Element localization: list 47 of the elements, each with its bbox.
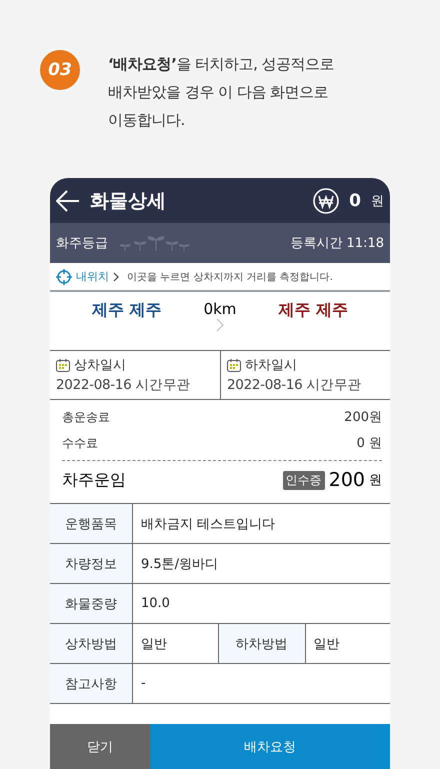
registered-time: 11:18	[346, 236, 384, 250]
destination-city: 제주 제주	[277, 300, 349, 321]
detail-value: 9.5톤/윙바디	[140, 556, 220, 574]
calendar-icon	[56, 358, 70, 372]
screen-title: 화물상세	[90, 188, 167, 214]
step-number: 03	[40, 50, 80, 90]
receipt-tag: 인수증	[282, 470, 325, 490]
date-value: 2022-08-16 시간무관	[56, 376, 192, 394]
currency-unit: 원	[371, 192, 384, 210]
detail-label: 차량정보	[50, 544, 133, 583]
chevron-right-icon	[113, 272, 119, 282]
fare-amount: 200	[328, 469, 365, 491]
crosshair-icon[interactable]	[56, 268, 72, 284]
chevron-right-icon	[216, 318, 224, 332]
detail-label: 운행품목	[50, 504, 133, 543]
fee-label: 수수료	[62, 434, 98, 452]
fare-label: 차주운임	[62, 470, 127, 490]
won-coin-icon	[313, 188, 340, 214]
detail-label: 화물중량	[50, 584, 133, 623]
distance: 0km	[204, 300, 236, 318]
detail-label: 참고사항	[50, 664, 133, 703]
back-arrow-icon[interactable]	[56, 190, 80, 212]
origin-city: 제주 제주	[90, 300, 163, 321]
detail-value: 일반	[312, 636, 340, 654]
registered-label: 등록시간	[290, 235, 343, 252]
date-label: 상차일시	[74, 357, 126, 374]
request-button[interactable]: 배차요청	[150, 724, 390, 769]
detail-label: 하차방법	[218, 624, 306, 663]
calendar-icon	[227, 358, 241, 372]
point-amount: 0	[349, 190, 361, 210]
date-label: 하차일시	[245, 357, 297, 374]
detail-value: 일반	[140, 636, 168, 654]
detail-value: -	[140, 675, 147, 693]
location-hint: 이곳을 누르면 상차지까지 거리를 측정합니다.	[127, 270, 333, 284]
fee-label: 총운송료	[62, 408, 110, 426]
my-location-link[interactable]: 내위치	[76, 269, 109, 284]
grade-label: 화주등급	[56, 235, 108, 252]
date-value: 2022-08-16 시간무관	[227, 376, 362, 394]
fee-value: 0 원	[356, 435, 382, 452]
fare-unit: 원	[369, 472, 382, 489]
sprouts-drawing	[120, 234, 190, 252]
close-button[interactable]: 닫기	[50, 724, 150, 769]
step-instruction: ‘배차요청’을 터치하고, 성공적으로 배차받았을 경우 이 다음 화면으로 이동합니다.	[108, 54, 336, 131]
fee-value: 200원	[344, 409, 382, 426]
detail-value: 배차금지 테스트입니다	[140, 516, 276, 534]
detail-value: 10.0	[140, 595, 171, 613]
detail-label: 상차방법	[50, 624, 133, 663]
